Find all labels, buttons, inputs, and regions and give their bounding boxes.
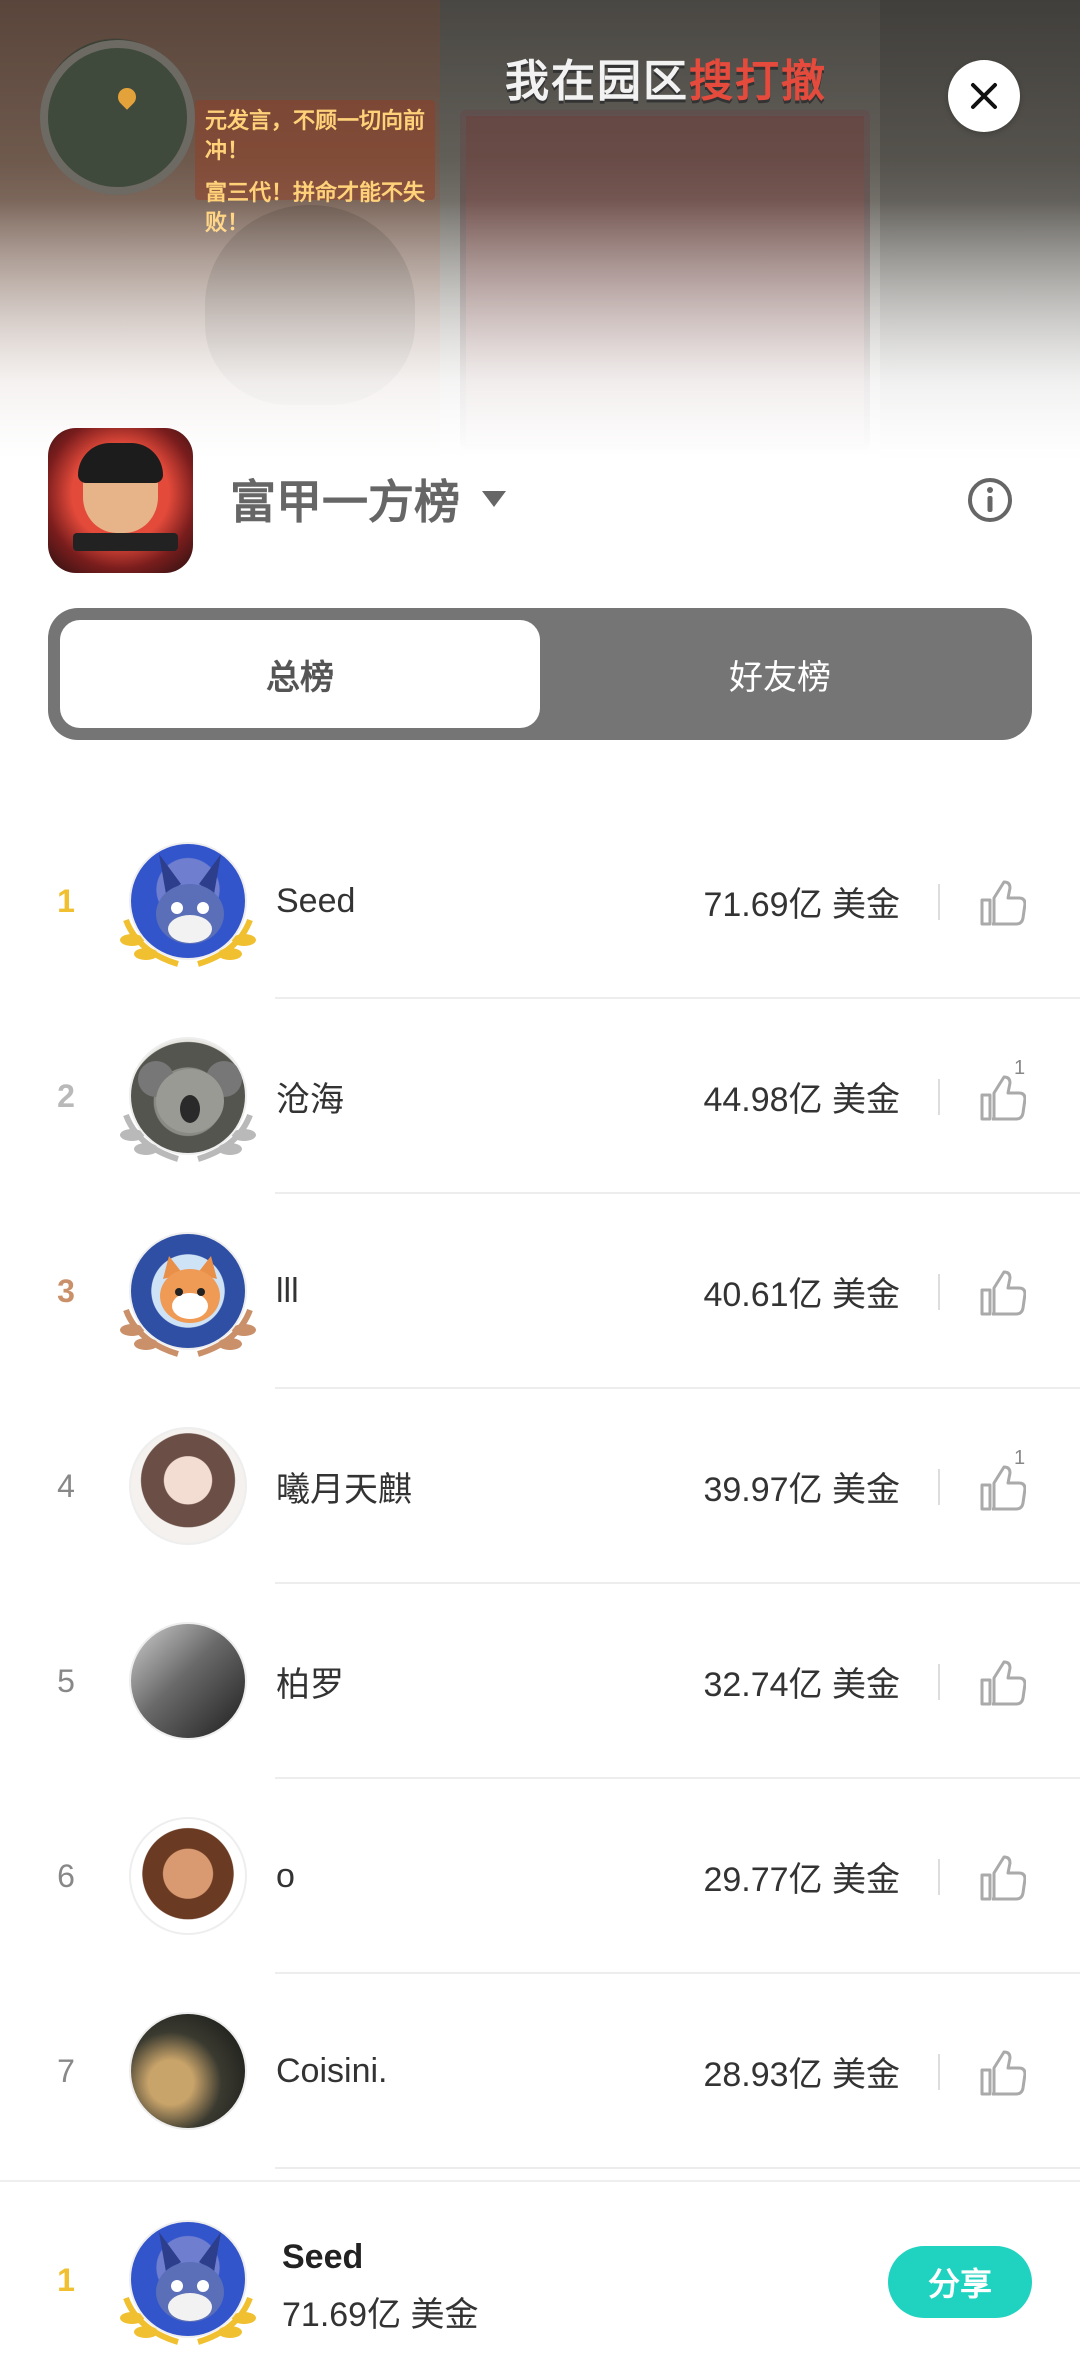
rank-number: 6 <box>57 1858 75 1894</box>
thumbs-up-icon[interactable] <box>978 2050 1026 2096</box>
app-icon-gun <box>73 533 178 551</box>
rabbit-avatar-icon <box>156 854 224 944</box>
close-icon <box>971 83 997 109</box>
ranking-row[interactable]: 5 柏罗 32.74亿 美金 <box>0 1584 1080 1779</box>
tab-friends[interactable]: 好友榜 <box>540 620 1020 728</box>
game-logo-title-part2: 搜打撤 <box>689 57 827 106</box>
avatar[interactable] <box>118 842 258 972</box>
banner-sign-line1: 元发言，不顾一切向前冲！ <box>205 108 426 163</box>
avatar-image <box>129 1817 247 1935</box>
avatar[interactable] <box>118 1622 258 1752</box>
avatar-image <box>129 1622 247 1740</box>
ranking-row[interactable]: 2 沧海 44.98亿 美金 1 <box>0 999 1080 1194</box>
player-name: 沧海 <box>276 1081 344 1119</box>
ranking-list: 1 Seed 71.69亿 美金 2 沧海 44.98亿 美金 1 3 lll … <box>0 804 1080 2169</box>
koala-avatar-icon <box>138 1061 242 1133</box>
game-banner: 元发言，不顾一切向前冲！ 富三代！拼命才能不失败！ 我在园区搜打撤 <box>0 0 1080 460</box>
board-title: 富甲一方榜 <box>230 476 460 528</box>
app-icon-hair <box>78 443 163 483</box>
game-app-icon <box>48 428 193 573</box>
rank-number: 3 <box>57 1273 75 1309</box>
close-button[interactable] <box>948 60 1020 132</box>
avatar[interactable] <box>118 1427 258 1557</box>
avatar-image <box>129 842 247 960</box>
ranking-row[interactable]: 4 曦月天麒 39.97亿 美金 1 <box>0 1389 1080 1584</box>
avatar[interactable] <box>118 1232 258 1362</box>
thumbs-up-icon[interactable] <box>978 1855 1026 1901</box>
game-logo-title-part1: 我在园区 <box>505 57 689 106</box>
thumbs-up-icon[interactable] <box>978 1270 1026 1316</box>
ranking-row[interactable]: 7 Coisini. 28.93亿 美金 <box>0 1974 1080 2169</box>
row-divider <box>275 2167 1080 2169</box>
player-score: 39.97亿 美金 <box>703 1471 900 1509</box>
player-score: 32.74亿 美金 <box>703 1666 900 1704</box>
info-icon[interactable] <box>966 476 1014 524</box>
avatar-image <box>129 1037 247 1155</box>
player-name: 柏罗 <box>276 1666 344 1704</box>
player-name: Seed <box>276 882 356 920</box>
player-name: lll <box>276 1272 299 1310</box>
thumbs-up-icon[interactable] <box>978 1660 1026 1706</box>
tab-overall[interactable]: 总榜 <box>60 620 540 728</box>
rank-number: 4 <box>57 1468 75 1504</box>
player-score: 71.69亿 美金 <box>703 886 900 924</box>
my-score: 71.69亿 美金 <box>282 2296 479 2334</box>
rank-number: 2 <box>57 1078 75 1114</box>
avatar-image <box>129 1232 247 1350</box>
minimap-image <box>40 40 195 195</box>
my-avatar[interactable] <box>118 2220 258 2350</box>
avatar-image <box>129 2220 247 2338</box>
player-score: 28.93亿 美金 <box>703 2056 900 2094</box>
rank-number: 7 <box>57 2053 75 2089</box>
banner-sign: 元发言，不顾一切向前冲！ 富三代！拼命才能不失败！ <box>195 100 435 235</box>
player-score: 44.98亿 美金 <box>703 1081 900 1119</box>
thumbs-up-icon[interactable] <box>978 1075 1026 1121</box>
banner-fade <box>0 200 1080 460</box>
player-score: 29.77亿 美金 <box>703 1861 900 1899</box>
divider <box>938 1859 940 1895</box>
avatar[interactable] <box>118 1037 258 1167</box>
share-button[interactable]: 分享 <box>888 2246 1032 2318</box>
rank-number: 5 <box>57 1663 75 1699</box>
rabbit-avatar-icon <box>156 2232 224 2322</box>
thumbs-up-icon[interactable] <box>978 1465 1026 1511</box>
player-name: o <box>276 1857 295 1895</box>
divider <box>938 884 940 920</box>
ranking-row[interactable]: 6 o 29.77亿 美金 <box>0 1779 1080 1974</box>
avatar-image <box>129 2012 247 2130</box>
player-name: Coisini. <box>276 2052 388 2090</box>
my-name: Seed <box>282 2238 364 2276</box>
divider <box>938 1469 940 1505</box>
shiba-avatar-icon <box>160 1256 220 1323</box>
leaderboard-tabs: 总榜 好友榜 <box>48 608 1032 740</box>
divider <box>938 1664 940 1700</box>
thumbs-up-icon[interactable] <box>978 880 1026 926</box>
caret-down-icon <box>482 491 506 507</box>
my-rank-bar: 1 Seed 71.69亿 美金 分享 <box>0 2180 1080 2376</box>
divider <box>938 1274 940 1310</box>
avatar-image <box>129 1427 247 1545</box>
like-count: 1 <box>1014 1447 1026 1469</box>
divider <box>938 2054 940 2090</box>
ranking-row[interactable]: 1 Seed 71.69亿 美金 <box>0 804 1080 999</box>
player-score: 40.61亿 美金 <box>703 1276 900 1314</box>
divider <box>938 1079 940 1115</box>
avatar[interactable] <box>118 2012 258 2142</box>
my-rank-number: 1 <box>57 2261 75 2298</box>
rank-number: 1 <box>57 883 75 919</box>
avatar[interactable] <box>118 1817 258 1947</box>
like-count: 1 <box>1014 1057 1026 1079</box>
player-name: 曦月天麒 <box>276 1471 412 1509</box>
board-selector[interactable]: 富甲一方榜 <box>230 466 508 532</box>
game-logo-title: 我在园区搜打撤 <box>505 45 827 109</box>
ranking-row[interactable]: 3 lll 40.61亿 美金 <box>0 1194 1080 1389</box>
